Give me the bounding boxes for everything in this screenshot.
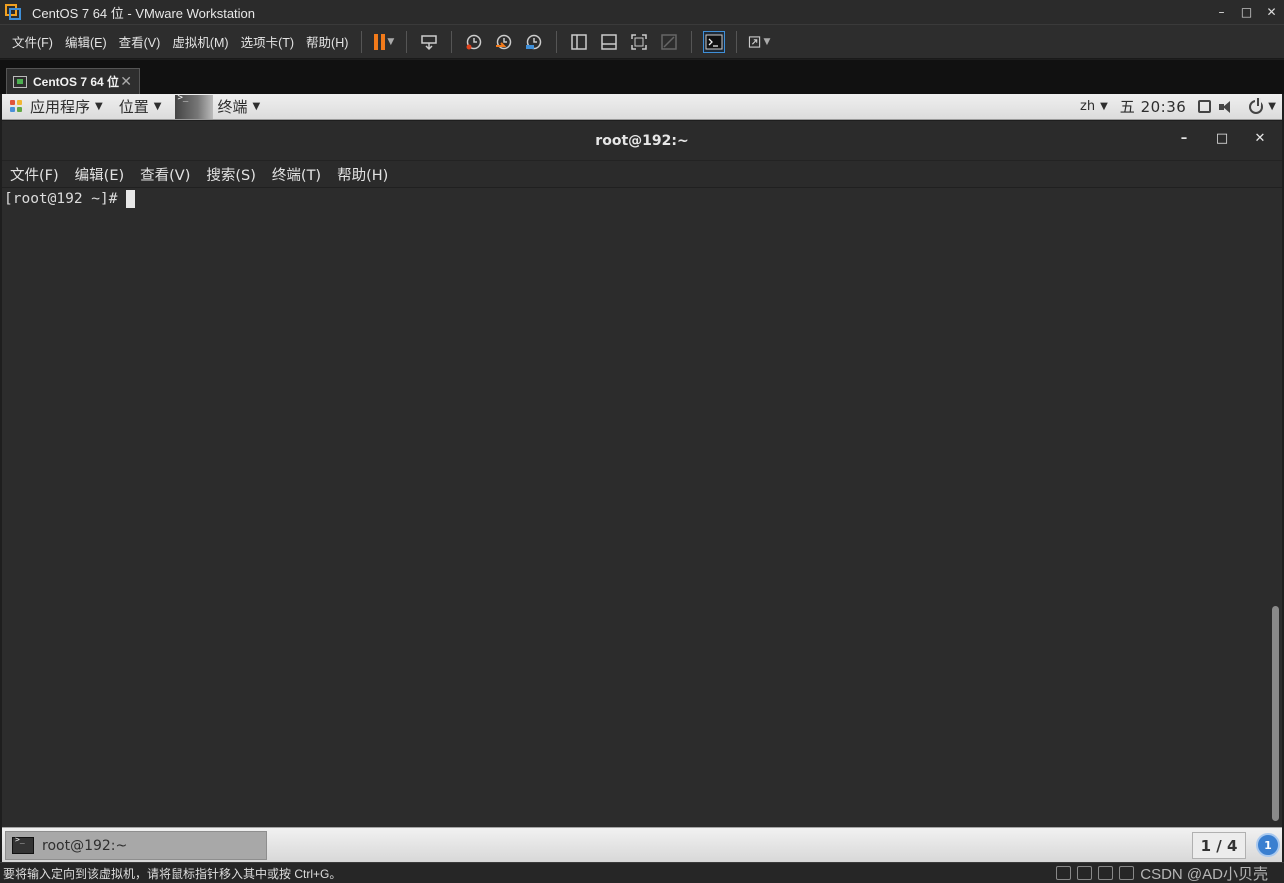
toolbar-divider bbox=[691, 30, 693, 53]
terminal-menu-view[interactable]: 查看(V) bbox=[132, 164, 198, 185]
vmware-toolbar: 文件(F) 编辑(E) 查看(V) 虚拟机(M) 选项卡(T) 帮助(H) ▼ … bbox=[0, 25, 1284, 59]
places-menu[interactable]: 位置 ▼ bbox=[111, 96, 170, 117]
terminal-close-button[interactable]: ✕ bbox=[1252, 131, 1268, 146]
chevron-down-icon: ▼ bbox=[153, 101, 162, 112]
workspace-switcher[interactable]: 1 / 4 bbox=[1192, 832, 1246, 859]
terminal-maximize-button[interactable]: □ bbox=[1214, 131, 1230, 146]
vm-tab-centos[interactable]: CentOS 7 64 位 ✕ bbox=[6, 68, 140, 94]
menu-help[interactable]: 帮助(H) bbox=[300, 32, 354, 51]
show-library-icon[interactable] bbox=[568, 31, 590, 53]
terminal-menu-terminal[interactable]: 终端(T) bbox=[264, 164, 329, 185]
device-status-icons bbox=[1056, 866, 1134, 880]
toolbar-divider bbox=[736, 30, 738, 53]
vmware-title-bar: CentOS 7 64 位 - VMware Workstation – □ ✕ bbox=[0, 0, 1284, 25]
chevron-down-icon: ▼ bbox=[252, 101, 261, 112]
terminal-icon bbox=[12, 835, 34, 854]
unity-icon[interactable] bbox=[658, 31, 680, 53]
toolbar-divider bbox=[451, 30, 453, 53]
terminal-app-label: 终端 bbox=[217, 98, 248, 116]
terminal-app-menu[interactable]: 终端 ▼ bbox=[169, 93, 268, 119]
menu-vm[interactable]: 虚拟机(M) bbox=[166, 32, 234, 51]
toolbar-divider bbox=[361, 30, 363, 53]
pause-icon[interactable]: ▼ bbox=[373, 31, 395, 53]
terminal-menu-edit[interactable]: 编辑(E) bbox=[67, 164, 132, 185]
applications-label: 应用程序 bbox=[30, 98, 91, 116]
vm-running-icon bbox=[13, 75, 27, 88]
maximize-button[interactable]: □ bbox=[1234, 5, 1259, 19]
notification-badge[interactable]: 1 bbox=[1256, 833, 1280, 857]
menu-view[interactable]: 查看(V) bbox=[113, 32, 167, 51]
terminal-body[interactable]: [root@192 ~]# bbox=[2, 188, 1282, 827]
places-label: 位置 bbox=[118, 98, 149, 116]
input-method-label: zh bbox=[1080, 99, 1096, 114]
window-icon bbox=[1198, 100, 1212, 113]
toolbar-divider bbox=[406, 30, 408, 53]
show-thumbnails-icon[interactable] bbox=[598, 31, 620, 53]
applications-icon bbox=[10, 99, 24, 114]
snapshot-icon[interactable] bbox=[463, 31, 485, 53]
shell-prompt: [root@192 ~]# bbox=[4, 191, 118, 207]
manage-snapshots-icon[interactable] bbox=[523, 31, 545, 53]
stretch-guest-icon[interactable]: ▼ bbox=[748, 31, 770, 53]
clock-label: 五 20:36 bbox=[1119, 98, 1187, 116]
chevron-down-icon: ▼ bbox=[95, 101, 103, 112]
close-button[interactable]: ✕ bbox=[1259, 5, 1284, 19]
menu-file[interactable]: 文件(F) bbox=[6, 32, 59, 51]
power-icon bbox=[1249, 97, 1264, 114]
cd-dvd-icon[interactable] bbox=[1077, 866, 1092, 880]
terminal-header-bar: root@192:~ – □ ✕ bbox=[2, 121, 1282, 161]
input-method-menu[interactable]: zh ▼ bbox=[1074, 99, 1114, 114]
minimize-button[interactable]: – bbox=[1209, 5, 1234, 19]
chevron-down-icon: ▼ bbox=[1100, 101, 1108, 112]
terminal-minimize-button[interactable]: – bbox=[1176, 131, 1192, 146]
network-adapter-icon[interactable] bbox=[1098, 866, 1113, 880]
vm-tab-strip: CentOS 7 64 位 ✕ bbox=[0, 60, 1284, 94]
text-cursor bbox=[125, 190, 135, 208]
terminal-title: root@192:~ bbox=[595, 132, 689, 149]
tab-close-icon[interactable]: ✕ bbox=[120, 74, 132, 90]
hard-disk-icon[interactable] bbox=[1056, 866, 1071, 880]
clock[interactable]: 五 20:36 bbox=[1114, 96, 1193, 117]
window-list-item-label: root@192:~ bbox=[42, 837, 128, 854]
terminal-menu-file[interactable]: 文件(F) bbox=[2, 164, 67, 185]
shell-prompt-line: [root@192 ~]# bbox=[4, 190, 135, 208]
toolbar-divider bbox=[556, 30, 558, 53]
gnome-top-panel: 应用程序 ▼ 位置 ▼ 终端 ▼ zh ▼ 五 20:36 ▼ bbox=[2, 93, 1282, 120]
terminal-menu-search[interactable]: 搜索(S) bbox=[198, 164, 264, 185]
revert-snapshot-icon[interactable] bbox=[493, 31, 515, 53]
volume-icon bbox=[1219, 100, 1235, 114]
gnome-window-list: root@192:~ 1 / 4 1 bbox=[2, 827, 1282, 862]
vmware-logo-icon bbox=[4, 3, 22, 21]
window-title: CentOS 7 64 位 - VMware Workstation bbox=[32, 5, 256, 21]
terminal-app-icon bbox=[175, 93, 214, 119]
menu-edit[interactable]: 编辑(E) bbox=[59, 32, 113, 51]
tab-label: CentOS 7 64 位 bbox=[33, 75, 120, 89]
status-message: 要将输入定向到该虚拟机，请将鼠标指针移入其中或按 Ctrl+G。 bbox=[3, 866, 342, 881]
terminal-menu-help[interactable]: 帮助(H) bbox=[329, 164, 396, 185]
applications-menu[interactable]: 应用程序 ▼ bbox=[2, 96, 111, 117]
menu-tabs[interactable]: 选项卡(T) bbox=[235, 32, 300, 51]
csdn-watermark: CSDN @AD小贝壳 bbox=[1140, 866, 1268, 883]
terminal-scrollbar[interactable] bbox=[1272, 606, 1279, 821]
system-menu[interactable]: ▼ bbox=[1192, 97, 1282, 114]
terminal-menubar: 文件(F) 编辑(E) 查看(V) 搜索(S) 终端(T) 帮助(H) bbox=[2, 161, 1282, 188]
usb-icon[interactable] bbox=[1119, 866, 1134, 880]
console-view-icon[interactable] bbox=[703, 30, 726, 53]
vmware-status-bar: 要将输入定向到该虚拟机，请将鼠标指针移入其中或按 Ctrl+G。 CSDN @A… bbox=[0, 862, 1284, 883]
chevron-down-icon: ▼ bbox=[1268, 101, 1276, 112]
full-screen-icon[interactable] bbox=[628, 31, 650, 53]
send-ctrl-alt-del-icon[interactable] bbox=[418, 31, 440, 53]
window-list-item-terminal[interactable]: root@192:~ bbox=[5, 831, 267, 860]
